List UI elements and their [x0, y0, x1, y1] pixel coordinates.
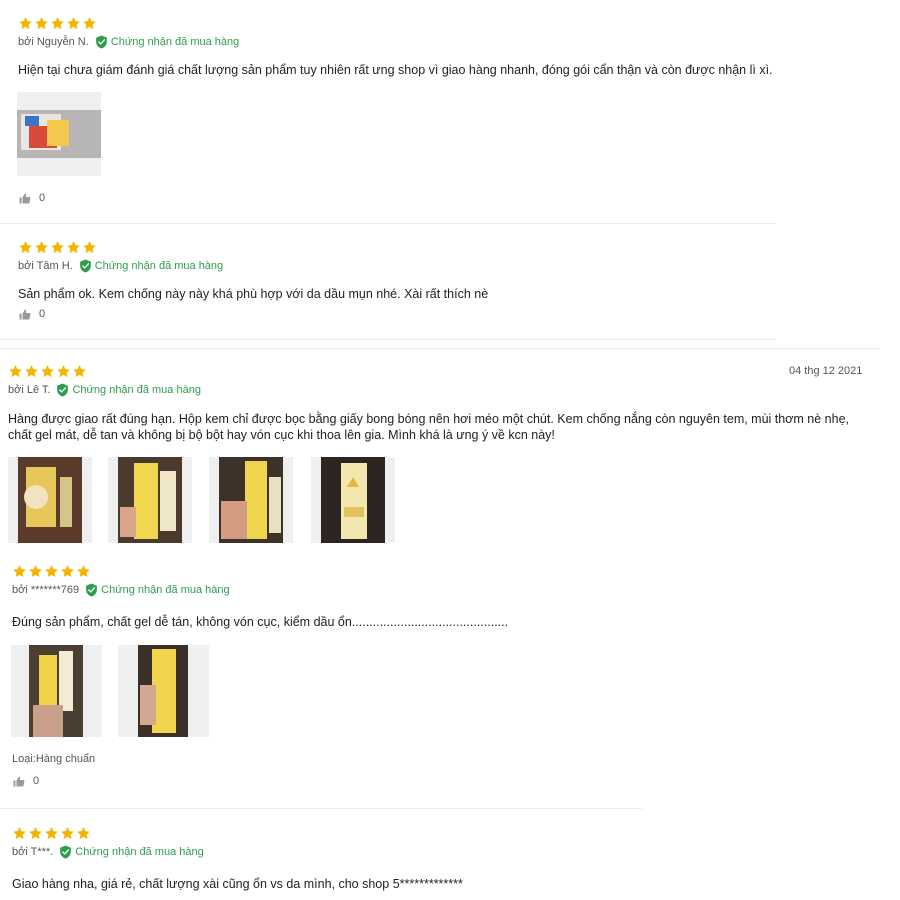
- star-rating: [18, 240, 778, 255]
- star-icon: [82, 16, 97, 31]
- star-icon: [8, 364, 23, 379]
- reviewer-name: bởi Lê T.: [8, 384, 51, 396]
- verified-purchase-badge: Chứng nhận đã mua hàng: [85, 583, 230, 597]
- star-icon: [44, 826, 59, 841]
- review-photo[interactable]: [8, 457, 92, 543]
- reviewer-name: bởi T***.: [12, 846, 54, 858]
- verified-shield-check-icon: [59, 845, 72, 859]
- star-rating: [12, 564, 772, 579]
- star-icon: [34, 16, 49, 31]
- star-icon: [12, 564, 27, 579]
- star-icon: [44, 564, 59, 579]
- star-icon: [66, 16, 81, 31]
- review-content: Đúng sản phẩm, chất gel dễ tán, không vó…: [12, 615, 509, 629]
- review-item: bởi Tâm H. Chứng nhận đã mua hàng: [18, 240, 778, 273]
- verified-shield-check-icon: [79, 259, 92, 273]
- like-count: 0: [33, 775, 40, 787]
- star-icon: [12, 826, 27, 841]
- product-photo-content: [321, 457, 385, 543]
- author-row: bởi T***. Chứng nhận đã mua hàng: [12, 845, 772, 859]
- like-button[interactable]: 0: [19, 308, 45, 320]
- verified-purchase-badge: Chứng nhận đã mua hàng: [56, 383, 201, 397]
- review-photo[interactable]: [108, 457, 192, 543]
- review-item: bởi *******769 Chứng nhận đã mua hàng: [12, 564, 772, 597]
- star-icon: [60, 826, 75, 841]
- star-icon: [40, 364, 55, 379]
- review-content: Hiện tại chưa giám đánh giá chất lượng s…: [18, 63, 773, 77]
- star-icon: [28, 826, 43, 841]
- star-icon: [60, 564, 75, 579]
- like-button[interactable]: 0: [19, 192, 45, 204]
- verified-label: Chứng nhận đã mua hàng: [110, 36, 240, 48]
- star-icon: [50, 240, 65, 255]
- star-icon: [28, 564, 43, 579]
- verified-purchase-badge: Chứng nhận đã mua hàng: [79, 259, 223, 273]
- star-icon: [76, 826, 91, 841]
- review-divider: [0, 339, 776, 340]
- author-row: bởi Tâm H. Chứng nhận đã mua hàng: [18, 259, 778, 273]
- star-icon: [50, 16, 65, 31]
- review-photo[interactable]: [311, 457, 395, 543]
- review-photo[interactable]: [118, 645, 209, 737]
- verified-shield-check-icon: [95, 35, 108, 49]
- reviewer-name: bởi Tâm H.: [18, 260, 73, 272]
- verified-label: Chứng nhận đã mua hàng: [75, 846, 204, 858]
- star-icon: [18, 16, 33, 31]
- thumbs-up-icon: [19, 309, 31, 320]
- product-variant: Loại:Hàng chuẩn: [12, 753, 96, 765]
- product-photo-content: [219, 457, 283, 543]
- star-rating: [12, 826, 772, 841]
- verified-purchase-badge: Chứng nhận đã mua hàng: [59, 845, 204, 859]
- review-divider: [0, 348, 880, 349]
- author-row: bởi Nguyễn N. Chứng nhận đã mua hàng: [18, 35, 778, 49]
- like-count: 0: [39, 308, 46, 320]
- review-item: bởi T***. Chứng nhận đã mua hàng: [12, 826, 772, 859]
- star-icon: [72, 364, 87, 379]
- review-photo[interactable]: [11, 645, 102, 737]
- product-photo-content: [18, 457, 82, 543]
- verified-shield-check-icon: [56, 383, 69, 397]
- star-icon: [24, 364, 39, 379]
- verified-label: Chứng nhận đã mua hàng: [72, 384, 201, 396]
- review-item: bởi Lê T. Chứng nhận đã mua hàng: [8, 364, 768, 397]
- verified-label: Chứng nhận đã mua hàng: [94, 260, 224, 272]
- product-photo-content: [17, 110, 101, 158]
- product-photo-content: [138, 645, 188, 737]
- author-row: bởi *******769 Chứng nhận đã mua hàng: [12, 583, 772, 597]
- like-button[interactable]: 0: [13, 775, 39, 787]
- star-rating: [18, 16, 778, 31]
- thumbs-up-icon: [13, 776, 25, 787]
- review-photo[interactable]: [209, 457, 293, 543]
- star-icon: [66, 240, 81, 255]
- verified-shield-check-icon: [85, 583, 98, 597]
- review-content: Giao hàng nha, giá rẻ, chất lượng xài cũ…: [12, 877, 463, 891]
- review-content: Sản phẩm ok. Kem chống này này khá phù h…: [18, 287, 489, 301]
- product-photo-content: [29, 645, 83, 737]
- thumbs-up-icon: [19, 193, 31, 204]
- star-icon: [34, 240, 49, 255]
- reviewer-name: bởi Nguyễn N.: [18, 36, 89, 48]
- review-date: 04 thg 12 2021: [789, 365, 863, 377]
- verified-purchase-badge: Chứng nhận đã mua hàng: [95, 35, 239, 49]
- review-photo[interactable]: [17, 92, 101, 176]
- star-rating: [8, 364, 768, 379]
- review-divider: [0, 808, 642, 809]
- star-icon: [76, 564, 91, 579]
- star-icon: [18, 240, 33, 255]
- product-photo-content: [118, 457, 182, 543]
- like-count: 0: [39, 192, 46, 204]
- star-icon: [82, 240, 97, 255]
- author-row: bởi Lê T. Chứng nhận đã mua hàng: [8, 383, 768, 397]
- reviewer-name: bởi *******769: [12, 584, 80, 596]
- review-item: bởi Nguyễn N. Chứng nhận đã mua hàng: [18, 16, 778, 49]
- review-content: Hàng được giao rất đúng hạn. Hộp kem chỉ…: [8, 412, 850, 442]
- verified-label: Chứng nhận đã mua hàng: [101, 584, 230, 596]
- star-icon: [56, 364, 71, 379]
- review-divider: [0, 223, 776, 224]
